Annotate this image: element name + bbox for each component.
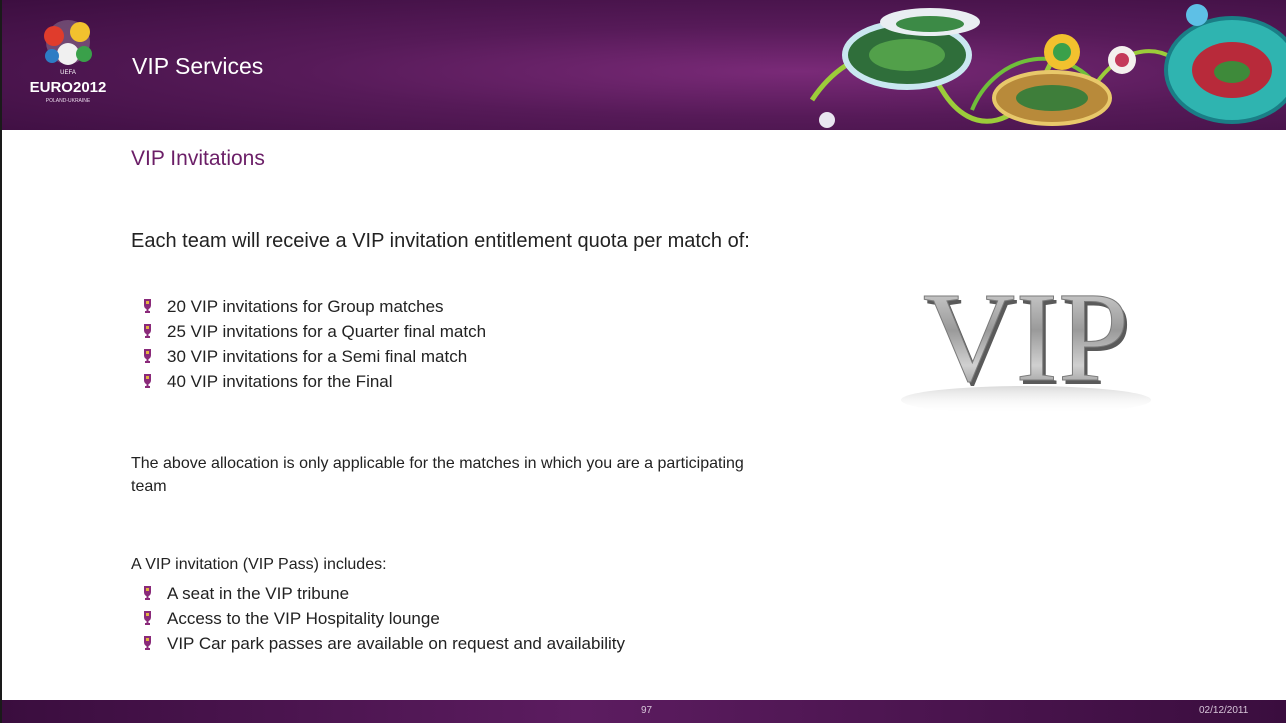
trophy-bullet-icon: [144, 349, 151, 363]
list-item: A seat in the VIP tribune: [136, 581, 625, 606]
list-item: 30 VIP invitations for a Semi final matc…: [136, 344, 486, 369]
euro2012-logo: UEFA EURO2012 POLAND-UKRAINE: [30, 20, 107, 104]
quota-text: 30 VIP invitations for a Semi final matc…: [167, 347, 468, 366]
list-item: 20 VIP invitations for Group matches: [136, 294, 486, 319]
list-item: 25 VIP invitations for a Quarter final m…: [136, 319, 486, 344]
list-item: VIP Car park passes are available on req…: [136, 631, 625, 656]
vip-3d-text-graphic: VIP VIP: [901, 266, 1151, 414]
header-banner: UEFA EURO2012 POLAND-UKRAINE VIP Service…: [2, 0, 1286, 130]
trophy-bullet-icon: [144, 299, 151, 313]
section-title: VIP Invitations: [131, 147, 265, 170]
trophy-bullet-icon: [144, 636, 151, 650]
logo-sub-text: POLAND-UKRAINE: [46, 98, 91, 104]
includes-heading: A VIP invitation (VIP Pass) includes:: [131, 556, 387, 573]
vip-text: VIP: [923, 266, 1129, 408]
includes-list: A seat in the VIP tribune Access to the …: [136, 581, 625, 656]
quota-list: 20 VIP invitations for Group matches 25 …: [136, 294, 486, 394]
logo-top-text: UEFA: [60, 70, 76, 76]
header-title: VIP Services: [132, 53, 264, 79]
quota-text: 25 VIP invitations for a Quarter final m…: [167, 322, 487, 341]
intro-text: Each team will receive a VIP invitation …: [131, 230, 750, 252]
trophy-bullet-icon: [144, 611, 151, 625]
trophy-bullet-icon: [144, 374, 151, 388]
list-item: 40 VIP invitations for the Final: [136, 369, 486, 394]
slide: UEFA EURO2012 POLAND-UKRAINE VIP Service…: [0, 0, 1286, 723]
include-text: A seat in the VIP tribune: [167, 584, 350, 603]
logo-main-text: EURO2012: [30, 79, 107, 96]
footer-date: 02/12/2011: [1199, 705, 1249, 716]
list-item: Access to the VIP Hospitality lounge: [136, 606, 625, 631]
allocation-note: The above allocation is only applicable …: [131, 455, 744, 495]
include-text: Access to the VIP Hospitality lounge: [167, 609, 440, 628]
quota-text: 40 VIP invitations for the Final: [167, 372, 393, 391]
footer-bar: 97 02/12/2011: [2, 700, 1286, 723]
quota-text: 20 VIP invitations for Group matches: [167, 297, 444, 316]
trophy-bullet-icon: [144, 586, 151, 600]
stadium-art-illustration: [809, 4, 1286, 128]
trophy-bullet-icon: [144, 324, 151, 338]
include-text: VIP Car park passes are available on req…: [167, 634, 626, 653]
page-number: 97: [641, 705, 653, 716]
